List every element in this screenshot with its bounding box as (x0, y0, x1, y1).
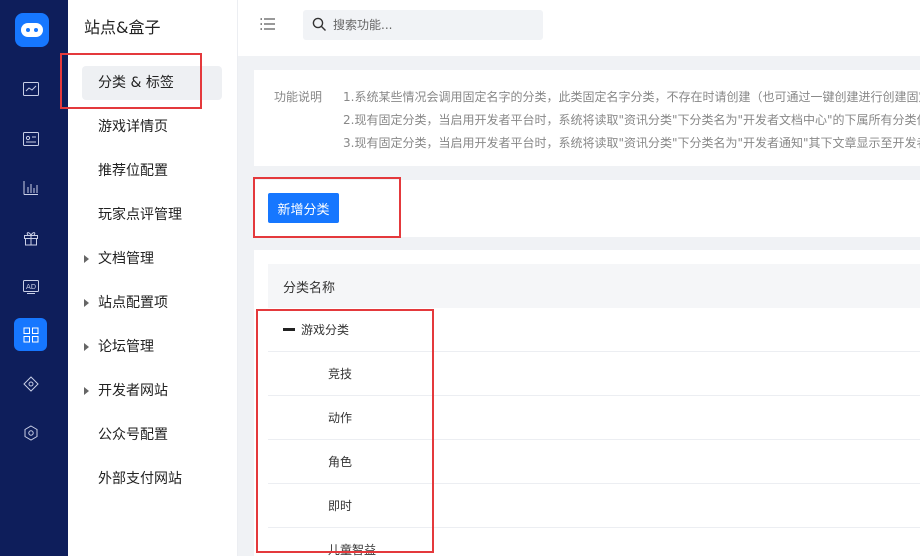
category-name: 即时 (328, 499, 353, 513)
rail-item-site-box[interactable] (14, 318, 47, 351)
category-name: 动作 (328, 411, 353, 425)
sidebar-item-label: 玩家点评管理 (98, 207, 182, 223)
category-table: 分类名称 游戏分类 竞技 动作 角色 即时 儿童智益 (268, 264, 920, 556)
description-panel: 功能说明 1.系统某些情况会调用固定名字的分类，此类固定名字分类，不存在时请创建… (254, 70, 920, 166)
sidebar-item-site-config[interactable]: 站点配置项 (82, 286, 222, 320)
table-row[interactable]: 竞技 (268, 352, 920, 396)
rail-item-gifts[interactable] (14, 221, 47, 254)
sidebar-item-category-tags[interactable]: 分类 & 标签 (82, 66, 222, 100)
table-row[interactable]: 儿童智益 (268, 528, 920, 556)
description-line: 1.系统某些情况会调用固定名字的分类，此类固定名字分类，不存在时请创建（也可通过… (343, 90, 920, 104)
app-logo[interactable] (15, 13, 49, 47)
bar-chart-icon (23, 180, 38, 195)
sidebar-item-reviews[interactable]: 玩家点评管理 (82, 198, 222, 232)
sidebar-item-label: 论坛管理 (98, 339, 154, 355)
description-line: 3.现有固定分类，当启用开发者平台时，系统将读取"资讯分类"下分类名为"开发者通… (343, 136, 920, 150)
table-row[interactable]: 动作 (268, 396, 920, 440)
rail-item-tags[interactable] (14, 367, 47, 400)
table-row[interactable]: 即时 (268, 484, 920, 528)
column-header-category-name: 分类名称 (283, 281, 336, 296)
caret-right-icon (84, 387, 89, 395)
category-name: 角色 (328, 455, 353, 469)
search-box[interactable] (303, 10, 543, 40)
caret-right-icon (84, 255, 89, 263)
sidebar-item-wechat-config[interactable]: 公众号配置 (82, 418, 222, 452)
gamepad-logo-icon (21, 23, 43, 37)
gift-icon (23, 231, 38, 245)
sidebar-item-label: 文档管理 (98, 251, 154, 267)
sidebar-item-label: 分类 & 标签 (98, 75, 174, 91)
hamburger-menu-icon (260, 18, 275, 30)
action-panel: 新增分类 (254, 180, 920, 237)
sidebar-item-docs[interactable]: 文档管理 (82, 242, 222, 276)
search-icon (312, 17, 326, 31)
sidebar-item-label: 外部支付网站 (98, 471, 182, 487)
sidebar-item-label: 开发者网站 (98, 383, 168, 399)
sidebar-item-label: 站点配置项 (98, 295, 168, 311)
rail-item-settings[interactable] (14, 416, 47, 449)
top-bar (238, 0, 920, 56)
sidebar-item-label: 公众号配置 (98, 427, 168, 443)
rail-item-stats[interactable] (14, 171, 47, 204)
caret-right-icon (84, 343, 89, 351)
table-row[interactable]: 游戏分类 (268, 308, 920, 352)
sidebar-item-label: 游戏详情页 (98, 119, 168, 135)
grid-icon (23, 327, 38, 342)
sidebar-item-label: 推荐位配置 (98, 163, 168, 179)
sidebar-item-game-detail[interactable]: 游戏详情页 (82, 110, 222, 144)
menu-toggle-button[interactable] (260, 17, 280, 37)
caret-right-icon (84, 299, 89, 307)
table-header: 分类名称 (268, 264, 920, 308)
description-label: 功能说明 (274, 90, 323, 104)
sidebar-item-external-payment[interactable]: 外部支付网站 (82, 462, 222, 496)
sidebar-item-forum[interactable]: 论坛管理 (82, 330, 222, 364)
svg-text:AD: AD (26, 283, 36, 291)
table-row[interactable]: 角色 (268, 440, 920, 484)
chart-line-icon (22, 81, 39, 96)
rail-item-ads[interactable]: AD (14, 270, 47, 303)
category-name: 游戏分类 (301, 323, 350, 337)
category-name: 竞技 (328, 367, 353, 381)
category-name: 儿童智益 (328, 543, 377, 556)
category-table-panel: 分类名称 游戏分类 竞技 动作 角色 即时 儿童智益 (254, 250, 920, 556)
settings-icon (24, 424, 37, 441)
collapse-minus-icon[interactable] (283, 328, 295, 331)
description-line: 2.现有固定分类，当启用开发者平台时，系统将读取"资讯分类"下分类名为"开发者文… (343, 113, 920, 127)
sidebar-item-developer-site[interactable]: 开发者网站 (82, 374, 222, 408)
rail-item-dashboard[interactable] (14, 72, 47, 105)
add-category-button[interactable]: 新增分类 (268, 193, 339, 223)
id-card-icon (22, 131, 39, 146)
ad-icon: AD (22, 279, 39, 294)
tag-icon (22, 375, 39, 392)
sidebar-item-recommend[interactable]: 推荐位配置 (82, 154, 222, 188)
sidebar-brand: 站点&盒子 (84, 18, 161, 37)
icon-rail: AD (0, 0, 68, 556)
rail-item-users[interactable] (14, 122, 47, 155)
search-input[interactable] (333, 15, 533, 35)
secondary-sidebar: 站点&盒子 分类 & 标签 游戏详情页 推荐位配置 玩家点评管理 文档管理 站点… (68, 0, 238, 556)
